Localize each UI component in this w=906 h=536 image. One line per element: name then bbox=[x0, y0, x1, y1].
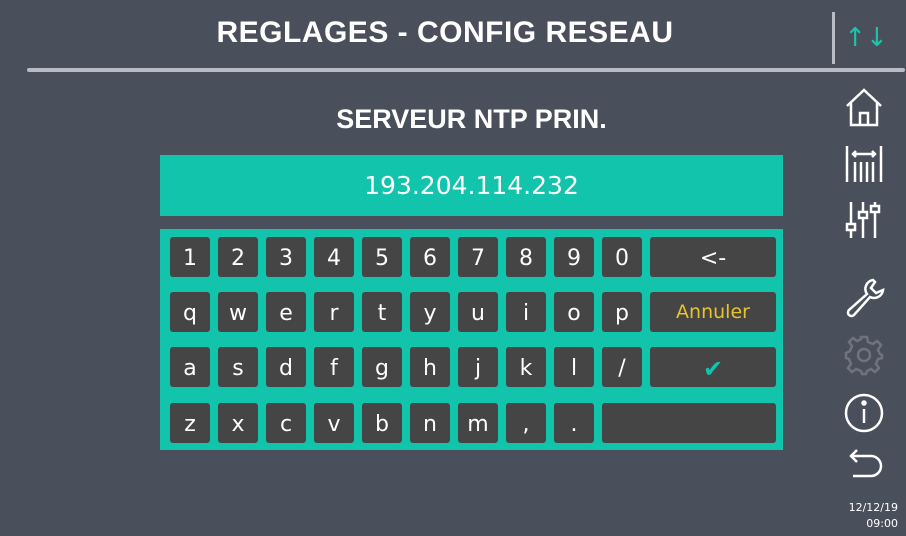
status-datetime: 12/12/19 09:00 bbox=[838, 500, 898, 532]
key[interactable]: 8 bbox=[506, 237, 546, 277]
back-icon[interactable] bbox=[843, 446, 885, 480]
key[interactable]: / bbox=[602, 347, 642, 387]
key[interactable]: h bbox=[410, 347, 450, 387]
key[interactable]: w bbox=[218, 292, 258, 332]
page-title: REGLAGES - CONFIG RESEAU bbox=[216, 16, 674, 49]
key[interactable]: 1 bbox=[170, 237, 210, 277]
key[interactable]: 0 bbox=[602, 237, 642, 277]
key[interactable]: 7 bbox=[458, 237, 498, 277]
key[interactable]: . bbox=[554, 403, 594, 443]
key[interactable]: x bbox=[218, 403, 258, 443]
cancel-button[interactable]: Annuler bbox=[650, 292, 776, 332]
key[interactable]: j bbox=[458, 347, 498, 387]
key[interactable]: k bbox=[506, 347, 546, 387]
key[interactable]: v bbox=[314, 403, 354, 443]
key[interactable]: n bbox=[410, 403, 450, 443]
field-label: SERVEUR NTP PRIN. bbox=[336, 104, 607, 134]
backspace-button[interactable]: <- bbox=[650, 237, 776, 277]
gear-icon bbox=[843, 334, 885, 376]
sliders-icon[interactable] bbox=[843, 198, 885, 240]
key[interactable]: a bbox=[170, 347, 210, 387]
key[interactable]: p bbox=[602, 292, 642, 332]
key[interactable]: d bbox=[266, 347, 306, 387]
status-time: 09:00 bbox=[866, 517, 898, 530]
status-date: 12/12/19 bbox=[848, 501, 898, 514]
key[interactable]: f bbox=[314, 347, 354, 387]
key[interactable]: 3 bbox=[266, 237, 306, 277]
info-icon[interactable] bbox=[843, 392, 885, 434]
key[interactable]: r bbox=[314, 292, 354, 332]
key[interactable]: 6 bbox=[410, 237, 450, 277]
key[interactable]: t bbox=[362, 292, 402, 332]
key[interactable]: , bbox=[506, 403, 546, 443]
header-divider bbox=[832, 12, 835, 64]
key[interactable]: o bbox=[554, 292, 594, 332]
home-icon[interactable] bbox=[843, 86, 885, 128]
key[interactable]: b bbox=[362, 403, 402, 443]
title-underline bbox=[27, 68, 905, 72]
confirm-button[interactable]: ✔ bbox=[650, 347, 776, 387]
wrench-icon[interactable] bbox=[843, 276, 885, 318]
key[interactable]: 5 bbox=[362, 237, 402, 277]
key[interactable]: 2 bbox=[218, 237, 258, 277]
virtual-keyboard: 1 2 3 4 5 6 7 8 9 0 <- q w e r t y u i o… bbox=[160, 229, 783, 450]
key[interactable]: l bbox=[554, 347, 594, 387]
calibration-icon[interactable] bbox=[843, 142, 885, 184]
key[interactable]: e bbox=[266, 292, 306, 332]
key[interactable]: s bbox=[218, 347, 258, 387]
ntp-server-input[interactable]: 193.204.114.232 bbox=[160, 155, 783, 216]
key[interactable]: y bbox=[410, 292, 450, 332]
sync-arrows-icon[interactable]: ↑↓ bbox=[842, 20, 890, 56]
key[interactable]: u bbox=[458, 292, 498, 332]
key[interactable]: g bbox=[362, 347, 402, 387]
key[interactable]: m bbox=[458, 403, 498, 443]
key[interactable]: q bbox=[170, 292, 210, 332]
key[interactable]: 4 bbox=[314, 237, 354, 277]
key[interactable]: z bbox=[170, 403, 210, 443]
key[interactable]: i bbox=[506, 292, 546, 332]
key[interactable]: 9 bbox=[554, 237, 594, 277]
space-key[interactable] bbox=[602, 403, 776, 443]
key[interactable]: c bbox=[266, 403, 306, 443]
